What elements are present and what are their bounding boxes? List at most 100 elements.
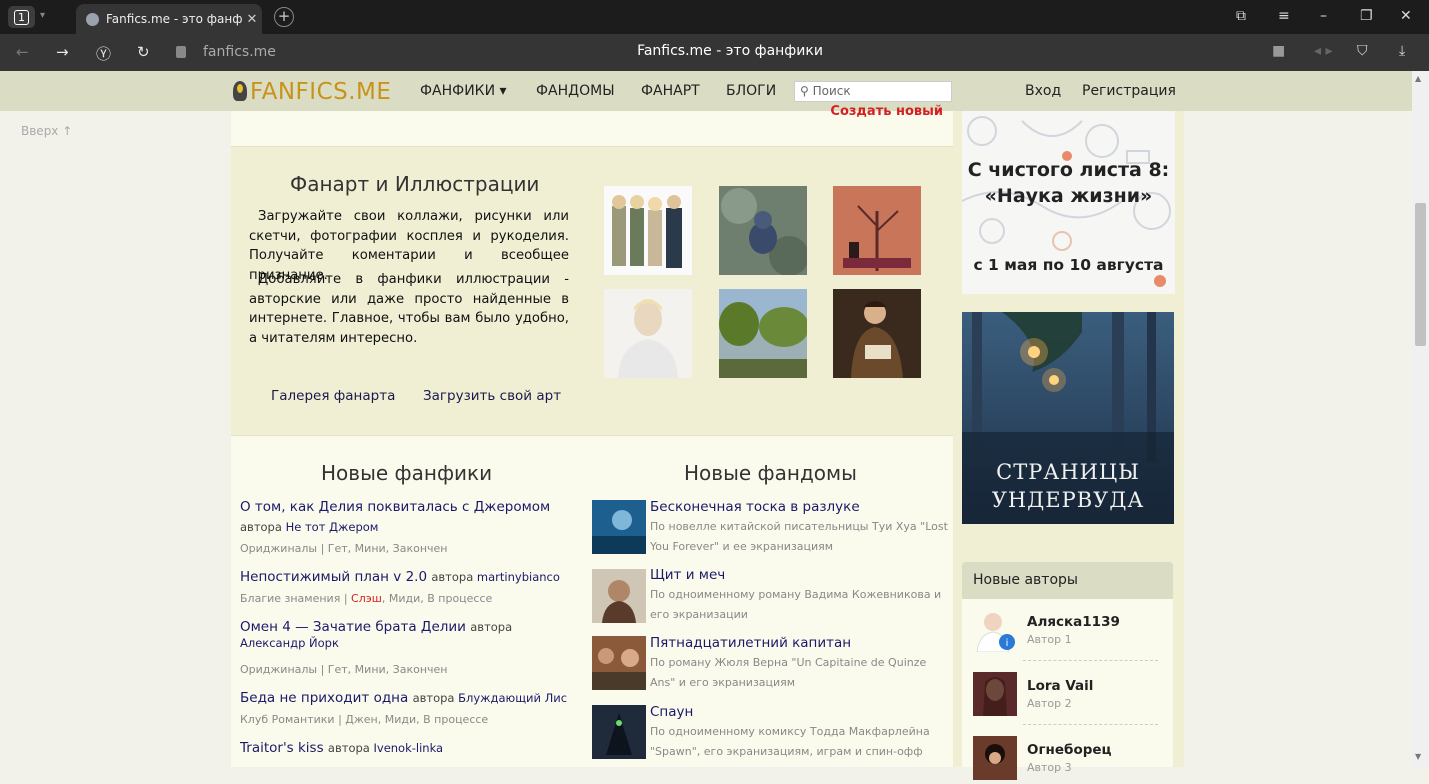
bookmark-icon[interactable]: ■: [1272, 43, 1285, 59]
author-name-link[interactable]: Аляска1139: [1027, 614, 1120, 630]
address-bar: ← → Ⓨ ↻ fanfics.me Fanfics.me - это фанф…: [0, 34, 1429, 71]
fandom-image[interactable]: [592, 569, 646, 623]
fanfic-title-text[interactable]: Омен 4 — Зачатие брата Делии: [240, 619, 466, 635]
window-close-icon[interactable]: ✕: [1400, 8, 1412, 24]
tabs-dropdown-icon[interactable]: ▾: [40, 10, 45, 21]
author-avatar[interactable]: [973, 736, 1017, 780]
author-avatar[interactable]: i: [973, 608, 1017, 653]
fandom-description: По роману Жюля Верна "Un Capitaine de Qu…: [650, 656, 927, 689]
fandom-description: По одноименному комиксу Тодда Макфарлейн…: [650, 725, 930, 758]
fandom-title-link[interactable]: Пятнадцатилетний капитан: [650, 635, 851, 651]
author-name-link[interactable]: Lora Vail: [1027, 678, 1093, 694]
banner-line-1: С чистого листа 8:: [967, 159, 1170, 181]
nav-fandoms[interactable]: ФАНДОМЫ: [536, 83, 615, 99]
site-favicon-icon: [86, 12, 99, 26]
author-link[interactable]: Александр Йорк: [240, 636, 339, 650]
fanfic-meta: Ориджиналы | Гет, Мини, Закончен: [240, 663, 448, 676]
scroll-down-arrow-icon[interactable]: ▼: [1415, 752, 1421, 761]
fanart-thumb-6[interactable]: [833, 289, 921, 378]
svg-text:i: i: [1006, 638, 1009, 649]
fanart-thumb-3[interactable]: [833, 186, 921, 275]
fanart-thumb-1[interactable]: [604, 186, 692, 275]
tab-title: Fanfics.me - это фанфи: [106, 12, 242, 26]
page-scrollbar[interactable]: [1412, 71, 1429, 767]
banner-line-2: «Наука жизни»: [984, 185, 1153, 207]
new-tab-button[interactable]: +: [274, 7, 294, 27]
downloads-icon[interactable]: ⤓: [1399, 43, 1405, 59]
banner-title-1: СТРАНИЦЫ: [996, 460, 1140, 484]
nav-blogs[interactable]: БЛОГИ: [726, 83, 776, 99]
author-subtitle: Автор 3: [1027, 761, 1072, 774]
nav-fanfics[interactable]: ФАНФИКИ ▾: [420, 83, 507, 99]
book-banner[interactable]: СТРАНИЦЫ УНДЕРВУДА: [962, 312, 1174, 524]
register-link[interactable]: Регистрация: [1082, 83, 1176, 99]
scrollbar-thumb[interactable]: [1415, 203, 1426, 346]
site-logo[interactable]: FANFICS.ME: [233, 79, 391, 105]
fanart-thumb-5[interactable]: [719, 289, 807, 378]
author-link[interactable]: Не тот Джером: [286, 520, 379, 534]
author-subtitle: Автор 1: [1027, 633, 1072, 646]
fanfic-title-link: Беда не приходит одна автора Блуждающий …: [240, 690, 567, 706]
fandom-image[interactable]: [592, 500, 646, 554]
fanfic-title-text[interactable]: Непостижимый план v 2.0: [240, 569, 427, 585]
search-input[interactable]: ⚲ Поиск: [794, 81, 952, 102]
protect-shield-icon[interactable]: ⛉: [1357, 43, 1368, 59]
author-prefix: автора: [327, 741, 370, 755]
tabs-menu-icon[interactable]: ⧉: [1236, 8, 1246, 24]
fandom-image[interactable]: [592, 705, 646, 759]
fanart-title: Фанарт и Иллюстрации: [290, 172, 540, 196]
fanart-thumb-2[interactable]: [719, 186, 807, 275]
author-link[interactable]: Блуждающий Лис: [458, 691, 567, 705]
fanart-gallery-link[interactable]: Галерея фанарта: [271, 388, 395, 404]
fanart-text-2: Добавляйте в фанфики иллюстрации - автор…: [249, 272, 569, 346]
fanart-upload-link[interactable]: Загрузить свой арт: [423, 388, 561, 404]
nav-fanart[interactable]: ФАНАРТ: [641, 83, 700, 99]
minimize-icon[interactable]: –: [1320, 8, 1327, 24]
fanart-thumb-4[interactable]: [604, 289, 692, 378]
author-avatar[interactable]: [973, 672, 1017, 716]
contest-banner[interactable]: С чистого листа 8: «Наука жизни» с 1 мая…: [962, 111, 1175, 294]
browser-tab-bar: 1 ▾ Fanfics.me - это фанфи ✕ + ⧉ ≡ – ❐ ✕: [0, 0, 1429, 34]
menu-icon[interactable]: ≡: [1278, 8, 1290, 24]
fanfic-title-link: Непостижимый план v 2.0 автора martinybi…: [240, 569, 560, 585]
author-prefix: автора: [240, 520, 282, 534]
create-fandom-link[interactable]: Создать новый фандом: [767, 104, 943, 120]
scroll-up-arrow-icon[interactable]: ▲: [1415, 74, 1421, 83]
fanfic-title-text[interactable]: Беда не приходит одна: [240, 690, 408, 706]
author-name-link[interactable]: Огнеборец: [1027, 742, 1112, 758]
logo-flame-icon: [233, 81, 247, 101]
close-tab-icon[interactable]: ✕: [242, 12, 262, 27]
fanfic-meta: Благие знамения | Слэш, Миди, В процессе: [240, 592, 492, 605]
fanfic-meta: Клуб Романтики | Джен, Миди, В процессе: [240, 713, 489, 726]
login-link[interactable]: Вход: [1025, 83, 1061, 99]
fanfic-title-link: Traitor's kiss автора Ivenok-linka: [240, 740, 443, 756]
fandom-description: По одноименному роману Вадима Кожевников…: [650, 588, 942, 621]
new-authors-header: Новые авторы: [962, 562, 1173, 599]
restore-icon[interactable]: ❐: [1360, 8, 1373, 24]
tab-counter-button[interactable]: 1: [8, 6, 35, 28]
browser-tab[interactable]: Fanfics.me - это фанфи ✕: [76, 4, 262, 34]
fandom-description: По новелле китайской писательницы Туи Ху…: [650, 520, 948, 553]
author-divider: [1023, 724, 1158, 725]
fandom-title-link[interactable]: Спаун: [650, 704, 693, 720]
author-subtitle: Автор 2: [1027, 697, 1072, 710]
author-link[interactable]: Ivenok-linka: [374, 741, 444, 755]
fanfic-meta: Ориджиналы | Гет, Мини, Закончен: [240, 542, 448, 555]
new-fandoms-title: Новые фандомы: [684, 461, 857, 485]
fanfic-title-link[interactable]: О том, как Делия поквиталась с Джеромом: [240, 499, 550, 515]
meta-fandom: Благие знамения |: [240, 592, 352, 605]
extension-icon[interactable]: ◂ ▸: [1314, 43, 1333, 59]
author-divider: [1023, 660, 1158, 661]
site-header: FANFICS.ME ФАНФИКИ ▾ ФАНДОМЫ ФАНАРТ БЛОГ…: [0, 71, 1412, 111]
author-prefix: автора: [470, 620, 513, 634]
fandom-image[interactable]: [592, 636, 646, 690]
fandom-title-link[interactable]: Бесконечная тоска в разлуке: [650, 499, 860, 515]
banner-title-2: УНДЕРВУДА: [991, 488, 1145, 512]
fanfic-title-text[interactable]: Traitor's kiss: [240, 740, 324, 756]
author-prefix: автора: [412, 691, 455, 705]
page-title-text: Fanfics.me - это фанфики: [637, 43, 823, 59]
fanfic-author: автора Не тот Джером: [240, 520, 378, 534]
fandom-title-link[interactable]: Щит и меч: [650, 567, 725, 583]
author-link[interactable]: martinybianco: [477, 570, 560, 584]
scroll-up-link[interactable]: Вверх ↑: [21, 124, 72, 138]
